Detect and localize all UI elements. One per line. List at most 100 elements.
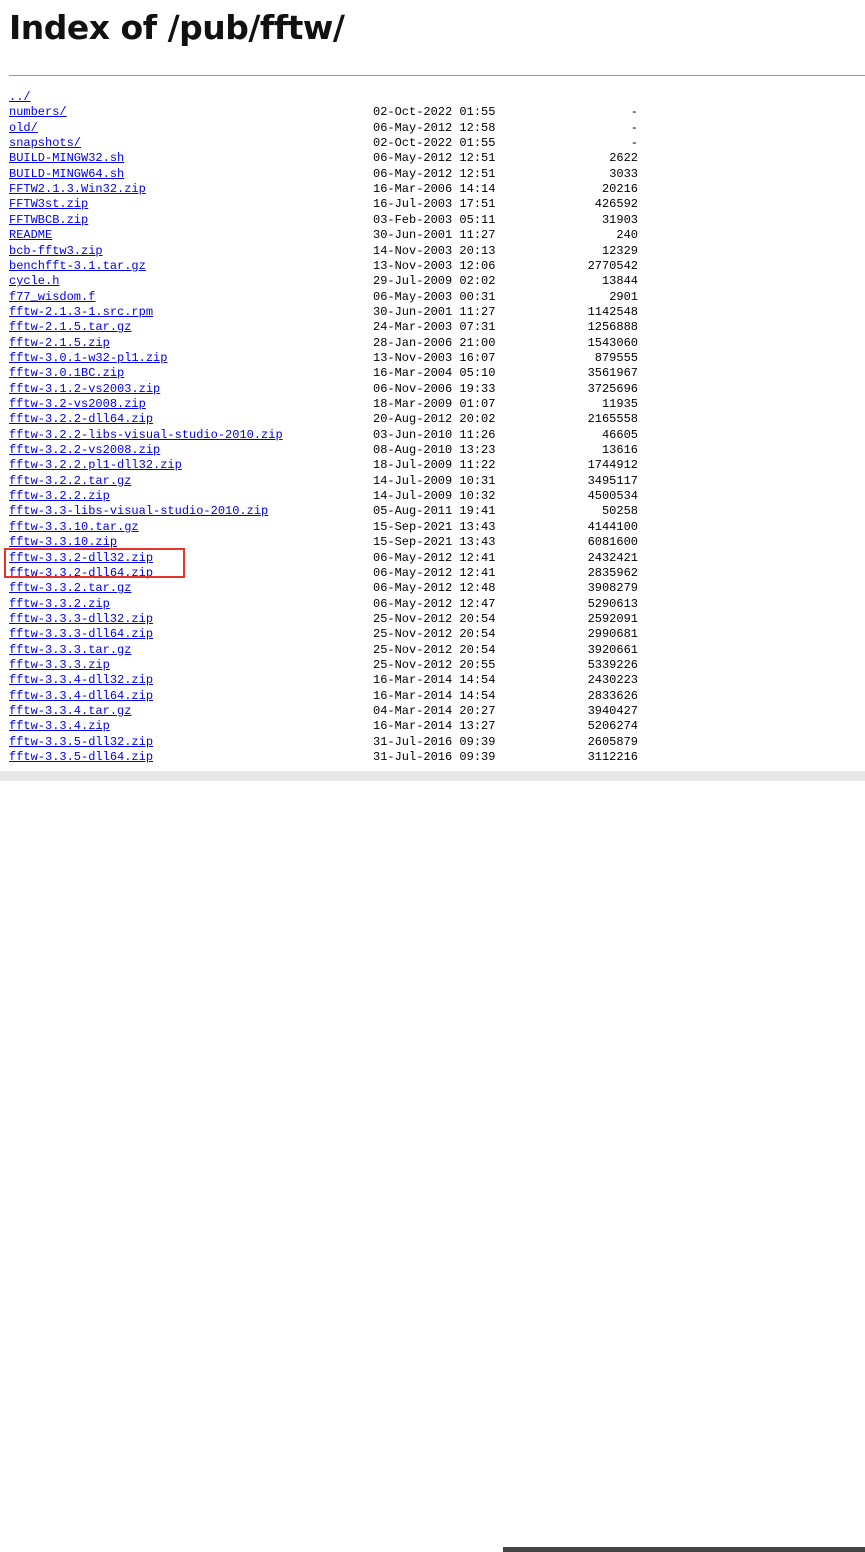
modified-date: 16-Mar-2004 05:10 [373, 366, 496, 381]
file-link[interactable]: numbers/ [9, 105, 67, 119]
file-link[interactable]: fftw-3.0.1-w32-pl1.zip [9, 351, 167, 365]
file-link[interactable]: fftw-3.3.3-dll64.zip [9, 627, 153, 641]
modified-date: 31-Jul-2016 09:39 [373, 734, 496, 749]
table-row: fftw-3.3.4.tar.gz 04-Mar-2014 20:27 394042… [0, 704, 865, 719]
file-link[interactable]: fftw-3.2.2.tar.gz [9, 474, 131, 488]
file-link[interactable]: fftw-3.2.2-vs2008.zip [9, 443, 160, 457]
table-row: fftw-3.1.2-vs2003.zip 06-Nov-2006 19:33 37… [0, 382, 865, 397]
modified-date: 25-Nov-2012 20:54 [373, 611, 496, 626]
file-link[interactable]: fftw-3.3.5-dll64.zip [9, 750, 153, 764]
table-row: fftw-3.3.3-dll64.zip 25-Nov-2012 20:54 299… [0, 627, 865, 642]
modified-date: 03-Feb-2003 05:11 [373, 212, 496, 227]
file-size: 426592 [594, 197, 638, 212]
file-size: 4500534 [587, 489, 638, 504]
file-link[interactable]: bcb-fftw3.zip [9, 244, 103, 258]
horizontal-scrollbar[interactable] [0, 771, 865, 1552]
file-size: 2430223 [587, 673, 638, 688]
file-size: 2165558 [587, 412, 638, 427]
table-row: bcb-fftw3.zip 14-Nov-2003 20:13 12329 [0, 244, 865, 259]
table-row: fftw-2.1.5.zip 28-Jan-2006 21:00 1543060 [0, 336, 865, 351]
file-link[interactable]: fftw-2.1.3-1.src.rpm [9, 305, 153, 319]
file-link[interactable]: fftw-3.3.10.zip [9, 535, 117, 549]
file-link[interactable]: ../ [9, 90, 31, 104]
modified-date: 25-Nov-2012 20:54 [373, 627, 496, 642]
modified-date: 18-Mar-2009 01:07 [373, 397, 496, 411]
file-link[interactable]: fftw-3.3.5-dll32.zip [9, 735, 153, 749]
file-size: 4144100 [587, 519, 638, 534]
file-link[interactable]: fftw-3.3.4-dll32.zip [9, 673, 153, 687]
file-size: 13616 [601, 443, 638, 458]
file-link[interactable]: fftw-3.2-vs2008.zip [9, 397, 146, 411]
file-size: 13844 [601, 274, 638, 289]
file-link[interactable]: fftw-3.3.2-dll32.zip [9, 551, 153, 565]
file-size: 1256888 [587, 320, 638, 335]
file-size: 3561967 [587, 366, 638, 381]
modified-date: 06-May-2012 12:51 [373, 166, 496, 181]
file-link[interactable]: snapshots/ [9, 136, 81, 150]
file-size: - [630, 120, 638, 135]
file-size: 3112216 [587, 750, 638, 765]
file-size: - [630, 136, 638, 151]
file-size: 2622 [609, 151, 638, 166]
file-link[interactable]: fftw-3.2.2-libs-visual-studio-2010.zip [9, 428, 283, 442]
table-row: fftw-3.2.2.pl1-dll32.zip 18-Jul-2009 11:2… [0, 458, 865, 473]
modified-date: 06-May-2003 00:31 [373, 289, 496, 304]
table-row: fftw-3.3.2-dll64.zip 06-May-2012 12:41 283… [0, 566, 865, 581]
file-size: 11935 [601, 397, 638, 411]
file-link[interactable]: fftw-3.2.2-dll64.zip [9, 412, 153, 426]
table-row: fftw-3.2.2-vs2008.zip 08-Aug-2010 13:23 13… [0, 443, 865, 458]
file-size: - [630, 105, 638, 120]
table-row: cycle.h 29-Jul-2009 02:02 13844 [0, 274, 865, 289]
file-link[interactable]: FFTW2.1.3.Win32.zip [9, 182, 146, 196]
file-link[interactable]: fftw-3.3.3.zip [9, 658, 110, 672]
file-link[interactable]: f77_wisdom.f [9, 290, 95, 304]
scrollbar-thumb[interactable] [503, 1547, 865, 1552]
file-link[interactable]: fftw-3.3.3.tar.gz [9, 643, 131, 657]
file-link[interactable]: cycle.h [9, 274, 59, 288]
file-link[interactable]: fftw-3.3.4.zip [9, 719, 110, 733]
modified-date: 29-Jul-2009 02:02 [373, 274, 496, 289]
file-link[interactable]: old/ [9, 121, 38, 135]
file-link[interactable]: FFTW3st.zip [9, 197, 88, 211]
file-link[interactable]: fftw-3.3.2.zip [9, 597, 110, 611]
file-size: 2592091 [587, 611, 638, 626]
file-link[interactable]: fftw-3.3.2.tar.gz [9, 581, 131, 595]
header-divider [9, 75, 865, 76]
table-row: fftw-3.3.10.tar.gz 15-Sep-2021 13:43 41441… [0, 520, 865, 535]
table-row: fftw-3.3.4.zip 16-Mar-2014 13:27 5206274 [0, 719, 865, 734]
table-row: FFTW2.1.3.Win32.zip 16-Mar-2006 14:14 2021… [0, 182, 865, 197]
file-link[interactable]: FFTWBCB.zip [9, 213, 88, 227]
file-link[interactable]: BUILD-MINGW64.sh [9, 167, 124, 181]
file-link[interactable]: BUILD-MINGW32.sh [9, 151, 124, 165]
file-link[interactable]: fftw-2.1.5.zip [9, 336, 110, 350]
file-link[interactable]: benchfft-3.1.tar.gz [9, 259, 146, 273]
modified-date: 15-Sep-2021 13:43 [373, 535, 496, 550]
table-row: fftw-3.3-libs-visual-studio-2010.zip 05-A… [0, 504, 865, 519]
file-link[interactable]: fftw-3.3.4.tar.gz [9, 704, 131, 718]
modified-date: 08-Aug-2010 13:23 [373, 443, 496, 458]
file-link[interactable]: fftw-3.3-libs-visual-studio-2010.zip [9, 504, 268, 518]
file-link[interactable]: fftw-3.3.3-dll32.zip [9, 612, 153, 626]
table-row: fftw-3.3.2.zip 06-May-2012 12:47 5290613 [0, 597, 865, 612]
file-link[interactable]: README [9, 228, 52, 242]
file-size: 2770542 [587, 258, 638, 273]
table-row: README 30-Jun-2001 11:27 240 [0, 228, 865, 243]
file-link[interactable]: fftw-3.2.2.zip [9, 489, 110, 503]
file-link[interactable]: fftw-3.3.2-dll64.zip [9, 566, 153, 580]
table-row: fftw-3.3.3.zip 25-Nov-2012 20:55 5339226 [0, 658, 865, 673]
file-link[interactable]: fftw-2.1.5.tar.gz [9, 320, 131, 334]
file-link[interactable]: fftw-3.2.2.pl1-dll32.zip [9, 458, 182, 472]
file-link[interactable]: fftw-3.1.2-vs2003.zip [9, 382, 160, 396]
file-size: 3940427 [587, 704, 638, 718]
modified-date: 25-Nov-2012 20:54 [373, 642, 496, 657]
file-size: 3495117 [587, 473, 638, 488]
file-size: 2835962 [587, 565, 638, 580]
modified-date: 20-Aug-2012 20:02 [373, 412, 496, 427]
file-link[interactable]: fftw-3.0.1BC.zip [9, 366, 124, 380]
file-listing: ../numbers/02-Oct-2022 01:55- old/06-May-… [0, 90, 865, 771]
modified-date: 06-May-2012 12:51 [373, 151, 496, 166]
file-link[interactable]: fftw-3.3.10.tar.gz [9, 520, 139, 534]
modified-date: 06-May-2012 12:47 [373, 596, 496, 611]
table-row: old/06-May-2012 12:58 - [0, 121, 865, 136]
file-link[interactable]: fftw-3.3.4-dll64.zip [9, 689, 153, 703]
